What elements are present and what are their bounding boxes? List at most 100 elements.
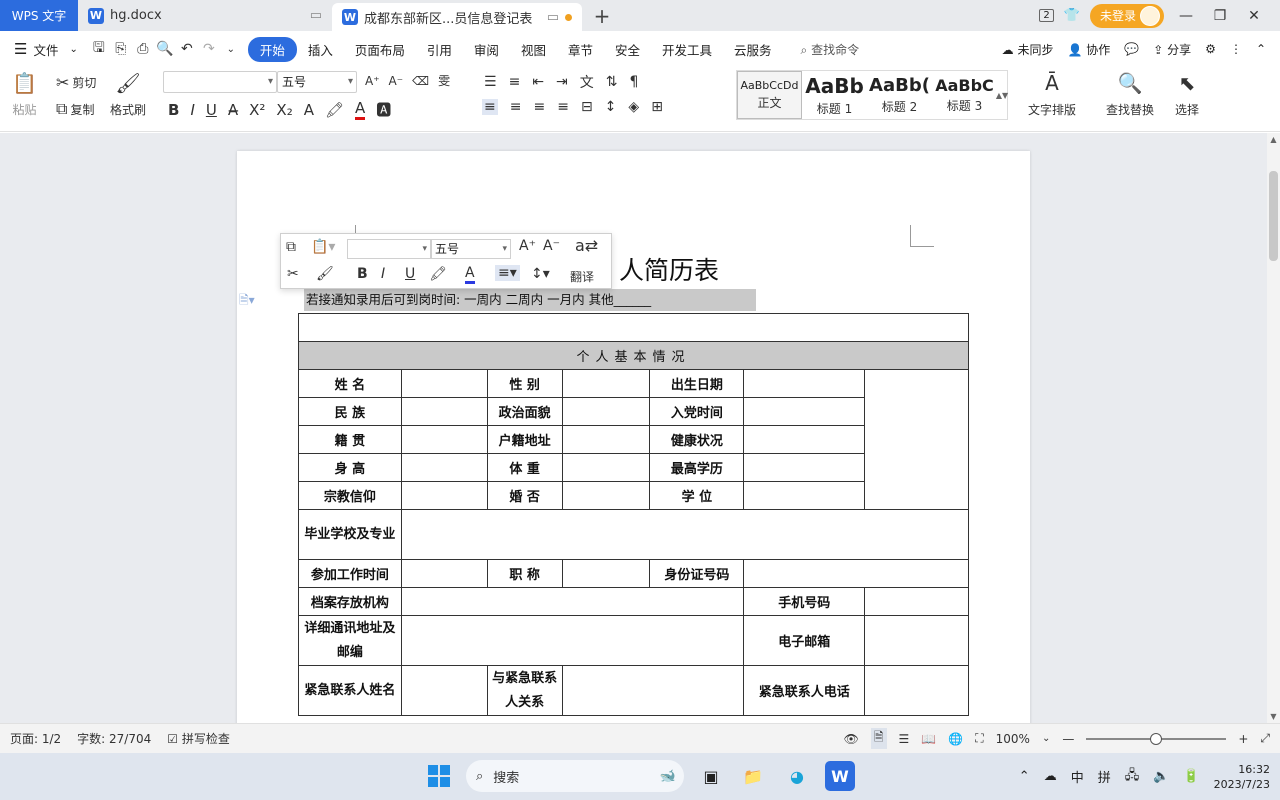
increase-indent-icon[interactable]: ⇥ [556, 74, 568, 90]
restore-icon[interactable]: ❐ [1208, 8, 1232, 24]
hamburger-icon[interactable]: ☰ [14, 40, 27, 58]
tab-active-document[interactable]: W 成都东部新区...员信息登记表 ▭ [332, 3, 582, 31]
redo-icon[interactable]: ↷ [198, 41, 220, 57]
web-view-icon[interactable]: 🌐 [948, 732, 963, 746]
italic-icon[interactable]: I [190, 101, 194, 119]
field-input[interactable] [561, 453, 651, 482]
menu-chapter[interactable]: 章节 [557, 40, 604, 59]
line-spacing-icon[interactable]: ↕ [605, 99, 617, 115]
battery-icon[interactable]: 🔋 [1183, 769, 1199, 784]
wps-writer-taskbar-icon[interactable]: W [825, 761, 855, 791]
menu-security[interactable]: 安全 [604, 40, 651, 59]
table-cell[interactable] [298, 313, 969, 342]
volume-icon[interactable]: 🔈 [1153, 769, 1169, 784]
search-command[interactable]: ⌕ 查找命令 [801, 41, 860, 58]
align-icon[interactable]: ≡▾ [495, 265, 520, 281]
cut-button[interactable]: ✂ 剪切 [56, 73, 96, 92]
shrink-font-icon[interactable]: A⁻ [389, 74, 404, 88]
field-input[interactable] [400, 559, 488, 588]
styles-scroll[interactable]: ▲▼ [996, 71, 1008, 119]
align-right-icon[interactable]: ≡ [533, 99, 545, 115]
new-tab-button[interactable]: + [582, 0, 622, 31]
font-size-select[interactable]: 五号 [277, 71, 357, 93]
collab-button[interactable]: 👤 协作 [1068, 41, 1111, 58]
print-icon[interactable]: ⎙ [132, 41, 154, 57]
arrival-time-notice[interactable]: 若接通知录用后可到岗时间: 一周内 二周内 一月内 其他______ [304, 289, 756, 311]
comment-icon[interactable]: 💬 [1124, 42, 1139, 56]
taskbar-search[interactable]: ⌕ 搜索 🐋 [466, 760, 684, 792]
field-input[interactable] [400, 453, 488, 482]
field-input[interactable] [864, 665, 969, 716]
font-color-icon[interactable]: A [355, 99, 366, 120]
menu-references[interactable]: 引用 [416, 40, 463, 59]
zoom-dropdown-icon[interactable]: ⌄ [1042, 733, 1050, 744]
more-icon[interactable]: ⋮ [1230, 42, 1242, 56]
style-normal[interactable]: AaBbCcDd 正文 [737, 71, 802, 119]
vertical-scrollbar[interactable]: ▲ ▼ [1267, 133, 1280, 723]
word-count[interactable]: 字数: 27/704 [77, 730, 151, 747]
menu-view[interactable]: 视图 [510, 40, 557, 59]
char-border-icon[interactable]: 🅰 [376, 99, 391, 120]
photo-cell[interactable] [864, 369, 969, 510]
field-input[interactable] [561, 559, 651, 588]
edge-browser-icon[interactable]: ◕ [782, 761, 812, 791]
text-layout-button[interactable]: Ā 文字排版 [1028, 71, 1076, 118]
numbered-list-icon[interactable]: ≡ [509, 74, 521, 90]
superscript-icon[interactable]: X² [249, 101, 265, 119]
highlight-icon[interactable]: 🖍 [325, 101, 344, 119]
decrease-indent-icon[interactable]: ⇤ [532, 74, 544, 90]
field-input[interactable] [561, 397, 651, 426]
field-input[interactable] [561, 665, 745, 716]
field-input[interactable] [400, 665, 488, 716]
field-input[interactable] [400, 615, 745, 666]
field-input[interactable] [743, 425, 866, 454]
translate-button[interactable]: 翻译 [570, 268, 594, 285]
show-marks-icon[interactable]: ¶ [630, 74, 639, 90]
tab-window-icon[interactable]: ▭ [310, 8, 322, 23]
strikethrough-icon[interactable]: A̶ [228, 101, 238, 119]
format-painter-icon[interactable]: 🖌 [316, 266, 334, 282]
tab-hg-docx[interactable]: W hg.docx ▭ [78, 0, 332, 31]
menu-insert[interactable]: 插入 [297, 40, 344, 59]
paste-icon[interactable]: 📋▾ [311, 239, 335, 255]
undo-icon[interactable]: ↶ [176, 41, 198, 57]
menu-review[interactable]: 审阅 [463, 40, 510, 59]
menu-file[interactable]: 文件 [31, 40, 69, 59]
document-canvas[interactable]: 人简历表 🗎▾ 若接通知录用后可到岗时间: 一周内 二周内 一月内 其他____… [0, 133, 1267, 723]
zoom-out-icon[interactable]: — [1062, 732, 1074, 746]
paragraph-icon[interactable]: 🗎▾ [239, 291, 255, 312]
field-input[interactable] [743, 481, 866, 510]
field-input[interactable] [561, 425, 651, 454]
clock[interactable]: 16:32 2023/7/23 [1214, 762, 1270, 792]
cut-icon[interactable]: ✂ [287, 266, 299, 282]
bold-icon[interactable]: B [168, 101, 179, 119]
page-view-icon[interactable]: 🗎 [870, 728, 887, 749]
field-input[interactable] [400, 509, 970, 560]
copy-icon[interactable]: ⧉ [286, 239, 296, 255]
shading-icon[interactable]: ◈ [628, 99, 639, 115]
underline-icon[interactable]: U [206, 101, 217, 119]
font-name-select[interactable] [163, 71, 277, 93]
field-input[interactable] [561, 481, 651, 510]
menu-home[interactable]: 开始 [247, 36, 297, 62]
field-input[interactable] [561, 369, 651, 398]
field-input[interactable] [400, 425, 488, 454]
grow-font-icon[interactable]: A⁺ [519, 238, 536, 254]
zoom-slider[interactable] [1086, 732, 1227, 745]
share-button[interactable]: ⇪ 分享 [1153, 41, 1191, 58]
skin-icon[interactable]: 👕 [1064, 8, 1080, 23]
zoom-level[interactable]: 100% [996, 732, 1030, 746]
save-icon[interactable]: 🖫 [88, 37, 110, 61]
bold-icon[interactable]: B [357, 266, 368, 282]
menu-cloud[interactable]: 云服务 [723, 40, 783, 59]
bullet-list-icon[interactable]: ☰ [484, 74, 497, 90]
style-heading-2[interactable]: AaBb( 标题 2 [867, 71, 932, 119]
field-input[interactable] [864, 615, 969, 666]
distribute-icon[interactable]: ⊟ [581, 99, 593, 115]
align-center-icon[interactable]: ≡ [510, 99, 522, 115]
onedrive-icon[interactable]: ☁ [1044, 769, 1057, 784]
clear-format-icon[interactable]: ⌫ [412, 74, 429, 88]
field-input[interactable] [743, 397, 866, 426]
menu-developer[interactable]: 开发工具 [651, 40, 723, 59]
show-hidden-icons-icon[interactable]: ⌃ [1019, 769, 1030, 784]
